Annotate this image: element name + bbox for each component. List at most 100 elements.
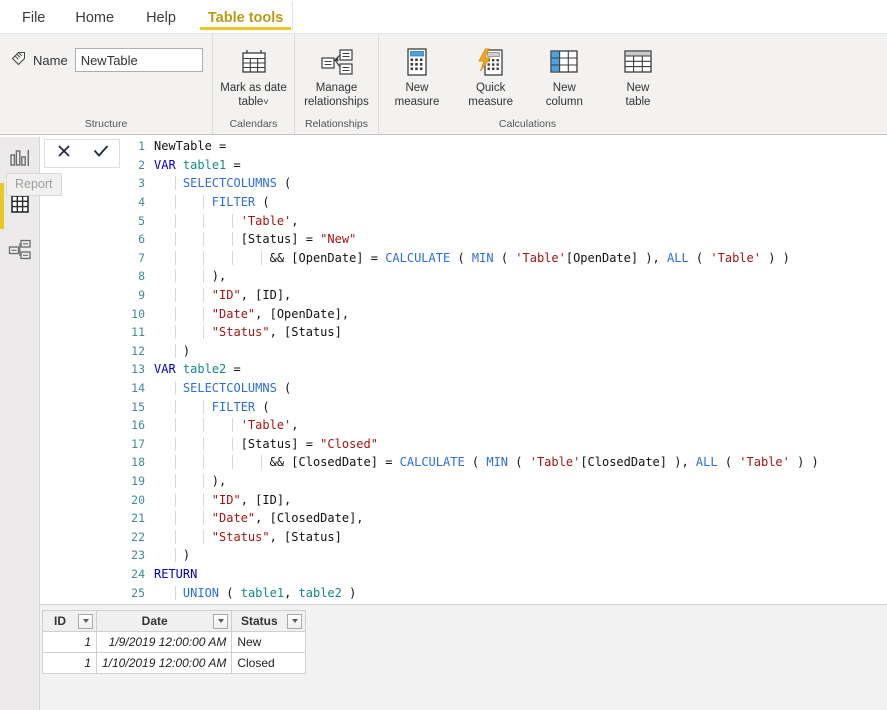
column-header-date[interactable]: Date	[95, 610, 233, 632]
manage-relationships-icon	[320, 45, 354, 79]
filter-button-id[interactable]	[78, 613, 93, 629]
line-code: "Status", [Status]	[152, 529, 342, 544]
editor-line: 4 FILTER (	[124, 193, 887, 212]
code-token: SELECTCOLUMNS	[182, 381, 277, 396]
cell-id: 1	[42, 631, 97, 653]
new-measure-button[interactable]: New measure	[382, 39, 452, 109]
code-token: RETURN	[154, 566, 198, 581]
line-code: && [ClosedDate] = CALCULATE ( MIN ( 'Tab…	[152, 455, 819, 470]
indent-guide	[174, 343, 176, 358]
mark-as-date-table-label: Mark as date table˅	[220, 82, 286, 109]
editor-line: 1 NewTable =	[124, 137, 887, 156]
table-row[interactable]: 1 1/9/2019 12:00:00 AM New	[42, 631, 307, 653]
table-name-input[interactable]	[74, 48, 203, 72]
quick-measure-line1: Quick	[475, 82, 506, 94]
manage-relationships-line1: Manage	[315, 82, 358, 94]
line-code: "ID", [ID],	[152, 288, 292, 303]
indent-guide	[174, 269, 176, 284]
manage-relationships-button[interactable]: Manage relationships	[296, 39, 378, 109]
quick-measure-icon	[476, 45, 506, 79]
code-token: ,	[291, 213, 299, 228]
table-row[interactable]: 1 1/10/2019 12:00:00 AM Closed	[42, 652, 307, 674]
filter-button-status[interactable]	[287, 613, 303, 629]
cell-status: Closed	[231, 652, 307, 674]
line-number: 7	[138, 250, 145, 265]
code-token: && [ClosedDate] =	[154, 455, 400, 470]
code-token: NewTable =	[154, 139, 234, 154]
new-table-label: New table	[626, 82, 651, 109]
chevron-down-icon[interactable]: ˅	[263, 97, 268, 107]
code-token: UNION	[182, 585, 220, 600]
indent-guide	[174, 418, 176, 433]
line-number: 17	[131, 436, 145, 451]
editor-line: 7 && [OpenDate] = CALCULATE ( MIN ( 'Tab…	[124, 249, 887, 268]
tab-table-tools[interactable]: Table tools	[191, 11, 300, 33]
column-header-status-label: Status	[240, 614, 278, 628]
line-code: VAR table2 =	[152, 362, 241, 376]
tab-file[interactable]: File	[8, 11, 59, 33]
indent-guide	[232, 418, 234, 433]
code-token: 'Table'	[529, 455, 581, 470]
line-number: 8	[138, 269, 145, 284]
filter-button-date[interactable]	[213, 613, 229, 629]
group-label-calculations: Calculations	[498, 118, 557, 130]
group-label-calendars: Calendars	[229, 118, 278, 130]
code-token: (	[255, 195, 270, 210]
code-token: , [ID],	[240, 492, 292, 507]
sidebar-item-model-view[interactable]	[0, 229, 39, 275]
code-token: )	[154, 548, 191, 563]
code-token: table2	[182, 362, 227, 377]
line-number: 3	[138, 176, 145, 191]
indent-guide	[174, 585, 176, 600]
indent-guide	[174, 250, 176, 265]
editor-line: 22 "Status", [Status]	[124, 527, 887, 546]
line-code: "ID", [ID],	[152, 492, 292, 507]
ribbon-group-relationships: Manage relationships Relationships	[294, 34, 378, 134]
line-code: "Date", [OpenDate],	[152, 306, 349, 321]
close-x-icon	[56, 143, 72, 164]
code-token: (	[276, 176, 292, 191]
editor-line: 15 FILTER (	[124, 397, 887, 416]
code-token: , [ID],	[240, 288, 292, 303]
code-token: ),	[154, 473, 227, 488]
indent-guide	[174, 511, 176, 526]
editor-line: 10 "Date", [OpenDate],	[124, 304, 887, 323]
code-token: (	[464, 455, 487, 470]
cancel-formula-button[interactable]	[49, 141, 79, 166]
indent-guide	[203, 455, 205, 470]
editor-line: 25 UNION ( table1, table2 )	[124, 583, 887, 602]
data-preview-table: ID Date Status 1 1/9/2019 12:00:00 AM Ne…	[42, 610, 307, 674]
tab-help[interactable]: Help	[130, 11, 192, 33]
quick-measure-button[interactable]: Quick measure	[456, 39, 526, 109]
code-token: 'Table'	[240, 213, 292, 228]
accept-formula-button[interactable]	[86, 141, 116, 166]
line-number: 6	[138, 232, 145, 247]
code-token: (	[688, 250, 711, 265]
indent-guide	[232, 250, 234, 265]
code-token: FILTER	[211, 195, 256, 210]
indent-guide	[203, 529, 205, 544]
indent-guide	[203, 418, 205, 433]
code-token: SELECTCOLUMNS	[182, 176, 277, 191]
dax-formula-editor[interactable]: 1 NewTable = 2 VAR table1 = 3 SELECTCOLUMNS…	[124, 137, 887, 604]
line-code: "Status", [Status]	[152, 325, 342, 340]
new-column-button[interactable]: New column	[529, 39, 599, 109]
code-token: ALL	[667, 250, 689, 265]
manage-relationships-line2: relationships	[304, 95, 369, 108]
code-token: )	[341, 585, 357, 600]
code-token: 'Table'	[515, 250, 566, 265]
column-header-status[interactable]: Status	[231, 610, 307, 632]
column-header-id[interactable]: ID	[42, 610, 97, 632]
new-column-label: New column	[546, 82, 583, 109]
code-token: ),	[154, 269, 227, 284]
column-header-date-label: Date	[141, 614, 168, 628]
new-table-button[interactable]: New table	[603, 39, 673, 109]
cell-id: 1	[42, 652, 97, 674]
tab-home[interactable]: Home	[59, 11, 130, 33]
mark-as-date-table-button[interactable]: Mark as date table˅	[217, 39, 291, 109]
indent-guide	[203, 399, 205, 414]
manage-relationships-label: Manage relationships	[304, 82, 369, 109]
